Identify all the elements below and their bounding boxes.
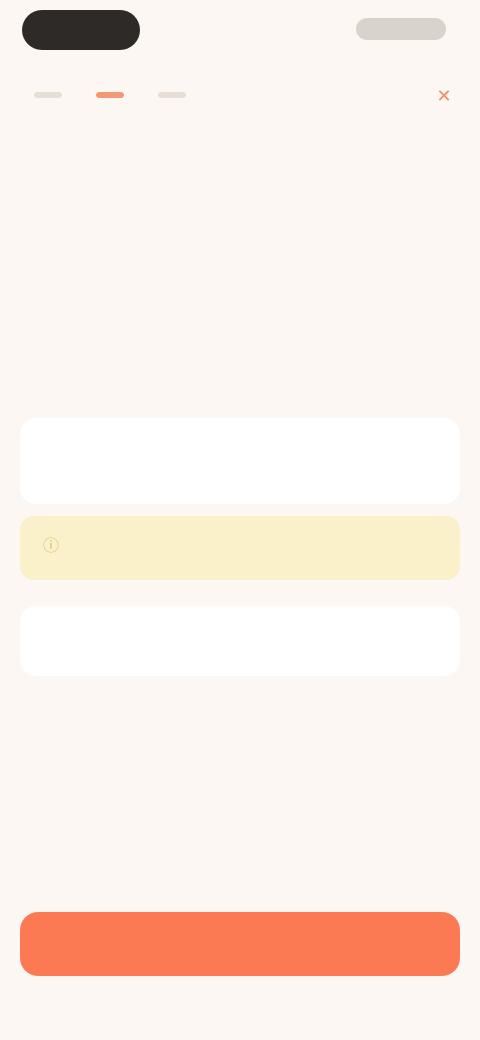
detail-card [20, 418, 460, 504]
info-icon: ⓘ [42, 538, 59, 555]
secondary-action-button[interactable] [20, 606, 460, 676]
amount-subtext [180, 313, 300, 333]
progress-steps [34, 92, 186, 98]
primary-action-button[interactable] [20, 912, 460, 976]
amount-main [160, 248, 320, 288]
status-bar-time-pill [22, 10, 140, 50]
amount-summary [0, 248, 480, 387]
progress-step [34, 92, 62, 98]
notice-banner: ⓘ [20, 516, 460, 580]
amount-secondary-text [185, 363, 295, 387]
status-bar-indicators [356, 18, 446, 40]
progress-step-active [96, 92, 124, 98]
close-icon[interactable]: ✕ [434, 86, 454, 106]
progress-step [158, 92, 186, 98]
